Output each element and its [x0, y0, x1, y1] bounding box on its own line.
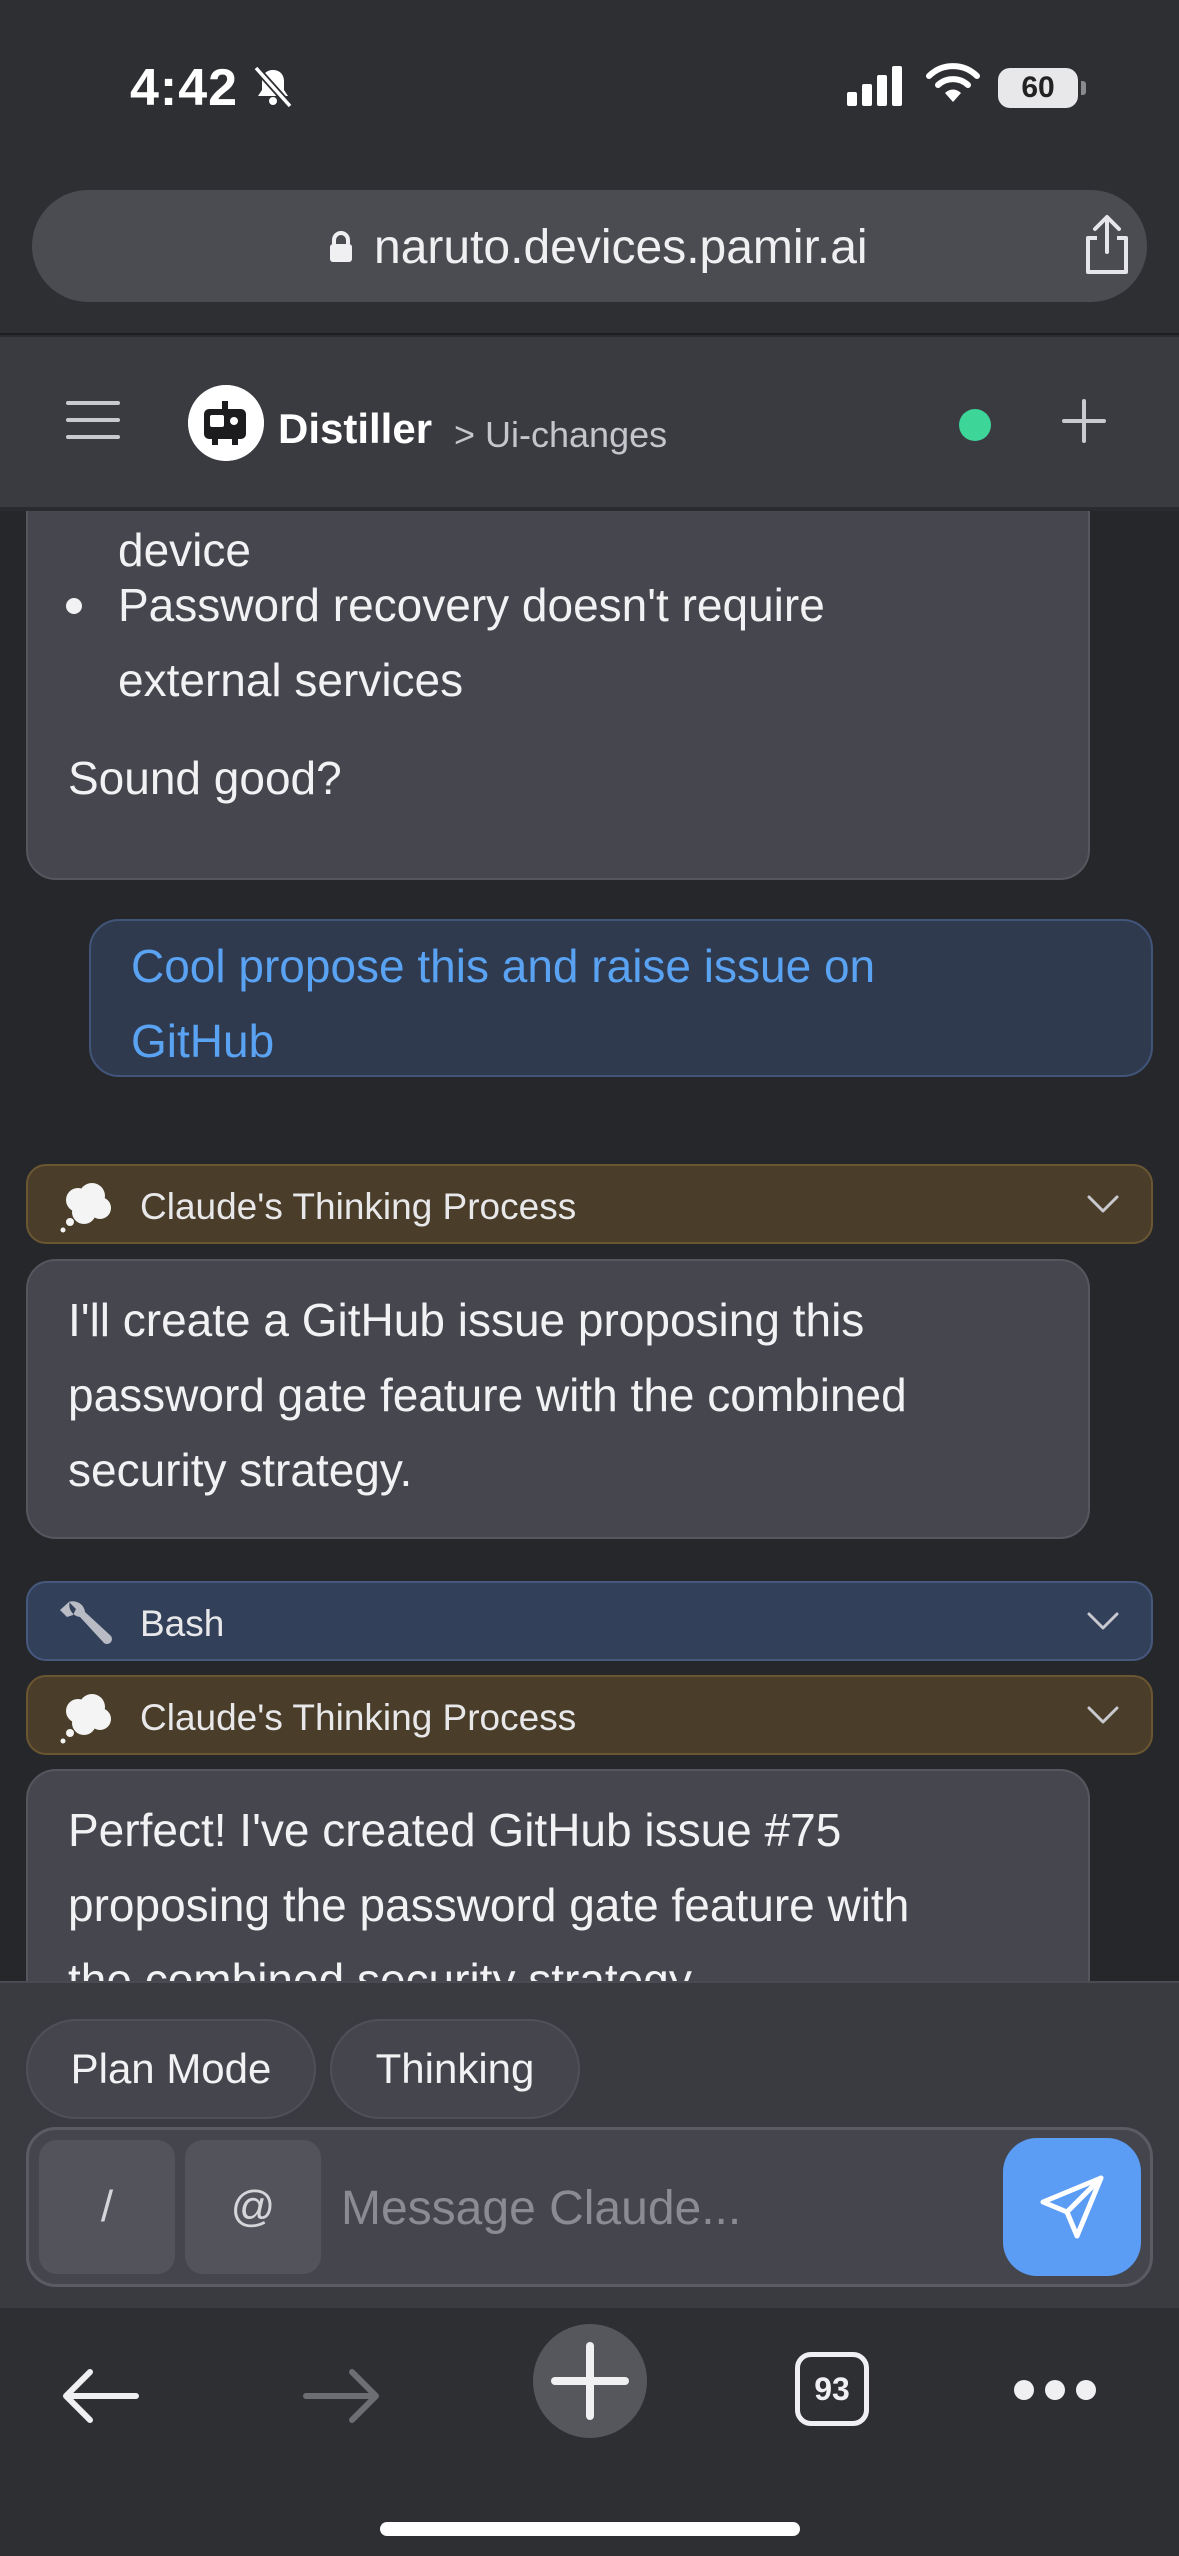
forward-arrow-icon[interactable] [302, 2366, 382, 2426]
app-header: Distiller > Ui-changes [0, 337, 1179, 509]
send-icon [1040, 2175, 1104, 2239]
tool-label: Bash [140, 1603, 225, 1644]
new-chat-plus-icon[interactable] [1062, 399, 1106, 443]
bash-tool-toggle[interactable]: Bash [26, 1581, 1153, 1661]
mention-button[interactable]: @ [185, 2140, 321, 2274]
thinking-process-toggle[interactable]: Claude's Thinking Process [26, 1164, 1153, 1244]
send-button[interactable] [1003, 2138, 1141, 2276]
assistant-message: Perfect! I've created GitHub issue #75 p… [26, 1769, 1090, 1981]
share-icon[interactable] [1080, 214, 1134, 276]
wrench-icon [60, 1601, 112, 1644]
user-message: Cool propose this and raise issue on Git… [89, 919, 1153, 1077]
status-time: 4:42 [130, 59, 239, 117]
thought-bubble-icon [60, 1694, 111, 1744]
tab-count-button[interactable]: 93 [795, 2352, 869, 2426]
message-text: Password recovery doesn't require [118, 579, 825, 631]
slash-command-button[interactable]: / [39, 2140, 175, 2274]
plan-mode-button[interactable]: Plan Mode [26, 2019, 316, 2119]
thinking-button[interactable]: Thinking [330, 2019, 580, 2119]
connection-status-dot [959, 409, 991, 441]
message-input-container: / @ [26, 2127, 1153, 2287]
thinking-label: Claude's Thinking Process [140, 1186, 577, 1227]
browser-toolbar: 93 [0, 2308, 1179, 2556]
distiller-logo-icon [188, 385, 264, 461]
battery-indicator: 60 [998, 68, 1086, 108]
back-arrow-icon[interactable] [60, 2366, 140, 2426]
message-input[interactable] [341, 2160, 1001, 2256]
assistant-message: device Password recovery doesn't require… [26, 511, 1090, 880]
message-text: I'll create a GitHub issue proposing thi… [68, 1294, 865, 1346]
message-text: external services [118, 654, 464, 706]
browser-address-area: naruto.devices.pamir.ai [0, 170, 1179, 335]
plus-icon [551, 2342, 629, 2420]
message-composer: Plan Mode Thinking / @ [0, 1981, 1179, 2308]
new-tab-button[interactable] [533, 2324, 647, 2438]
url-text: naruto.devices.pamir.ai [374, 221, 868, 274]
message-text: the combined security strategy [68, 1954, 692, 1981]
thinking-label: Claude's Thinking Process [140, 1697, 577, 1738]
signal-icon [847, 66, 902, 106]
chevron-down-icon [1087, 1706, 1119, 1724]
message-text: GitHub [131, 1015, 275, 1067]
message-text: security strategy. [68, 1444, 413, 1496]
bullet-marker [66, 598, 82, 614]
message-text: proposing the password gate feature with [68, 1879, 910, 1931]
home-indicator [380, 2522, 800, 2536]
app-name: Distiller [278, 405, 433, 452]
status-bar: 4:42 60 [0, 0, 1179, 170]
address-bar[interactable]: naruto.devices.pamir.ai [32, 190, 1147, 302]
message-text: password gate feature with the combined [68, 1369, 907, 1421]
breadcrumb[interactable]: > Ui-changes [454, 414, 667, 456]
message-text: Cool propose this and raise issue on [131, 940, 876, 992]
thinking-process-toggle[interactable]: Claude's Thinking Process [26, 1675, 1153, 1755]
chevron-down-icon [1087, 1612, 1119, 1630]
message-text: Perfect! I've created GitHub issue #75 [68, 1804, 842, 1856]
lock-icon [330, 231, 352, 262]
message-text: Sound good? [68, 752, 342, 804]
hamburger-menu-icon[interactable] [66, 399, 120, 441]
wifi-icon [926, 63, 980, 102]
chevron-down-icon [1087, 1195, 1119, 1213]
assistant-message: I'll create a GitHub issue proposing thi… [26, 1259, 1090, 1539]
more-icon[interactable] [1012, 2378, 1098, 2402]
bell-muted-icon [253, 65, 293, 109]
thought-bubble-icon [60, 1183, 111, 1233]
chat-messages[interactable]: device Password recovery doesn't require… [0, 511, 1179, 1981]
